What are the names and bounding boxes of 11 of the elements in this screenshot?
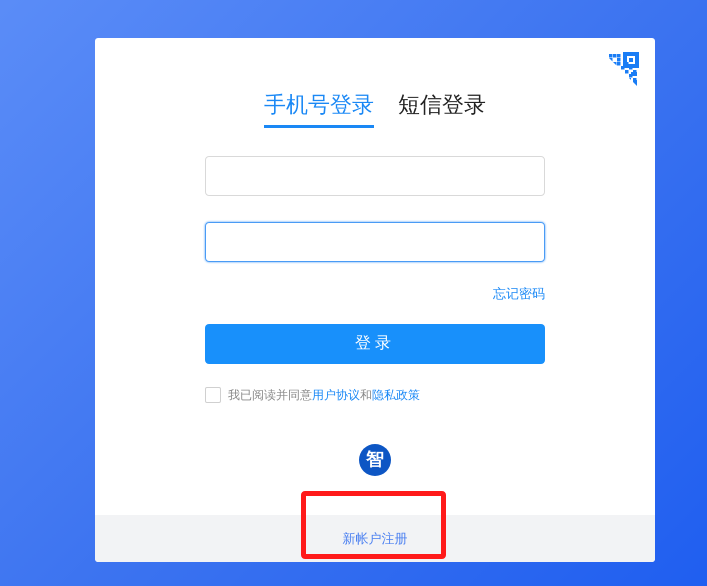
agreement-text: 我已阅读并同意用户协议和隐私政策 bbox=[228, 386, 420, 404]
privacy-policy-link[interactable]: 隐私政策 bbox=[372, 388, 420, 402]
input-field[interactable] bbox=[205, 222, 545, 262]
login-button[interactable]: 登录 bbox=[205, 324, 545, 364]
forgot-password-link[interactable]: 忘记密码 bbox=[493, 284, 545, 304]
login-tab[interactable]: 手机号登录 bbox=[264, 88, 374, 128]
user-agreement-link[interactable]: 用户协议 bbox=[312, 388, 360, 402]
agreement-checkbox[interactable] bbox=[205, 386, 221, 402]
register-link[interactable]: 新帐户注册 bbox=[342, 528, 408, 548]
logo: 智 bbox=[359, 444, 391, 476]
login-tab[interactable]: 短信登录 bbox=[398, 88, 486, 128]
